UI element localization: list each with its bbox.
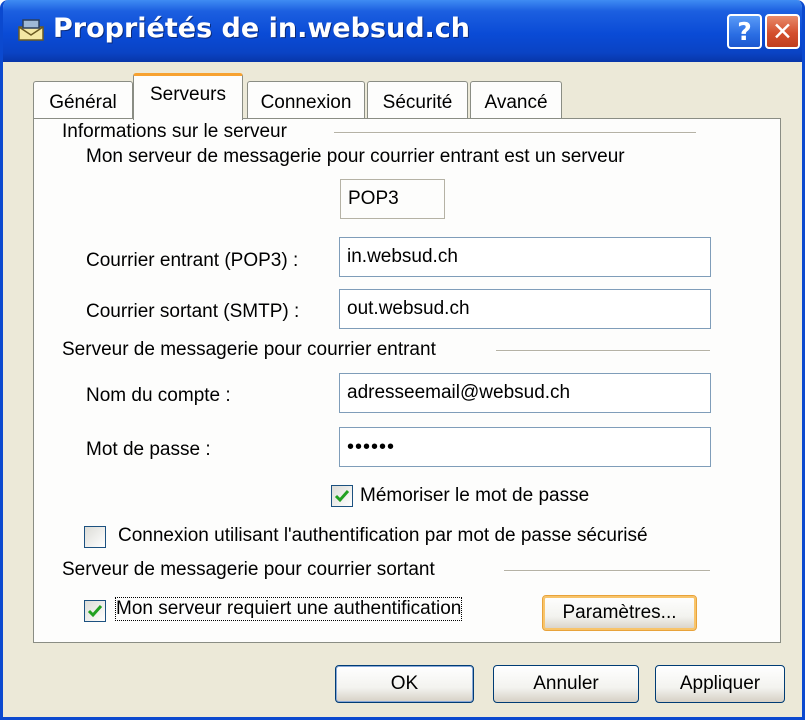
remember-password-checkbox[interactable] [331,485,353,507]
incoming-server-label: Courrier entrant (POP3) : [86,250,299,271]
cancel-button[interactable]: Annuler [493,665,639,703]
remember-password-label[interactable]: Mémoriser le mot de passe [360,485,589,507]
close-icon: ✕ [772,17,793,46]
account-name-label: Nom du compte : [86,385,231,406]
incoming-server-input[interactable]: in.websud.ch [339,237,711,277]
checkmark-icon [87,605,103,618]
tab-serveurs[interactable]: Serveurs [133,73,243,120]
tab-connexion[interactable]: Connexion [247,81,365,119]
tab-label: Connexion [260,92,352,113]
tab-label: Général [49,92,117,113]
mail-server-icon [17,18,45,42]
checkmark-icon [334,490,350,503]
tab-label: Sécurité [382,92,453,113]
spa-checkbox[interactable] [84,526,106,548]
settings-button[interactable]: Paramètres... [542,595,697,631]
server-info-group-title: Informations sur le serveur [62,121,287,142]
title-bar[interactable]: Propriétés de in.websud.ch ? ✕ [3,0,802,62]
properties-dialog: Propriétés de in.websud.ch ? ✕ Général S… [0,0,805,720]
group-divider [504,570,710,572]
password-input[interactable]: •••••• [339,427,711,467]
tab-label: Serveurs [149,84,227,105]
requires-auth-label[interactable]: Mon serveur requiert une authentificatio… [114,597,463,621]
tab-general[interactable]: Général [33,81,133,119]
group-divider [496,350,710,352]
ok-button[interactable]: OK [335,665,474,703]
requires-auth-checkbox[interactable] [84,600,106,622]
help-icon: ? [737,17,752,46]
outgoing-server-input[interactable]: out.websud.ch [339,289,711,329]
password-label: Mot de passe : [86,439,211,460]
account-name-input[interactable]: adresseemail@websud.ch [339,373,711,413]
help-button[interactable]: ? [727,14,762,49]
group-divider [334,132,696,134]
close-button[interactable]: ✕ [765,14,800,49]
incoming-server-type-field: POP3 [340,179,445,219]
tab-label: Avancé [484,92,548,113]
servers-tab-panel: Informations sur le serveur Mon serveur … [33,118,781,643]
incoming-group-title: Serveur de messagerie pour courrier entr… [62,339,436,360]
apply-button[interactable]: Appliquer [655,665,785,703]
tab-avance[interactable]: Avancé [470,81,562,119]
window-title: Propriétés de in.websud.ch [53,13,471,44]
incoming-server-type-text: Mon serveur de messagerie pour courrier … [86,146,625,167]
spa-label[interactable]: Connexion utilisant l'authentification p… [118,525,648,547]
tab-securite[interactable]: Sécurité [367,81,468,119]
outgoing-server-label: Courrier sortant (SMTP) : [86,301,300,322]
outgoing-group-title: Serveur de messagerie pour courrier sort… [62,559,435,580]
